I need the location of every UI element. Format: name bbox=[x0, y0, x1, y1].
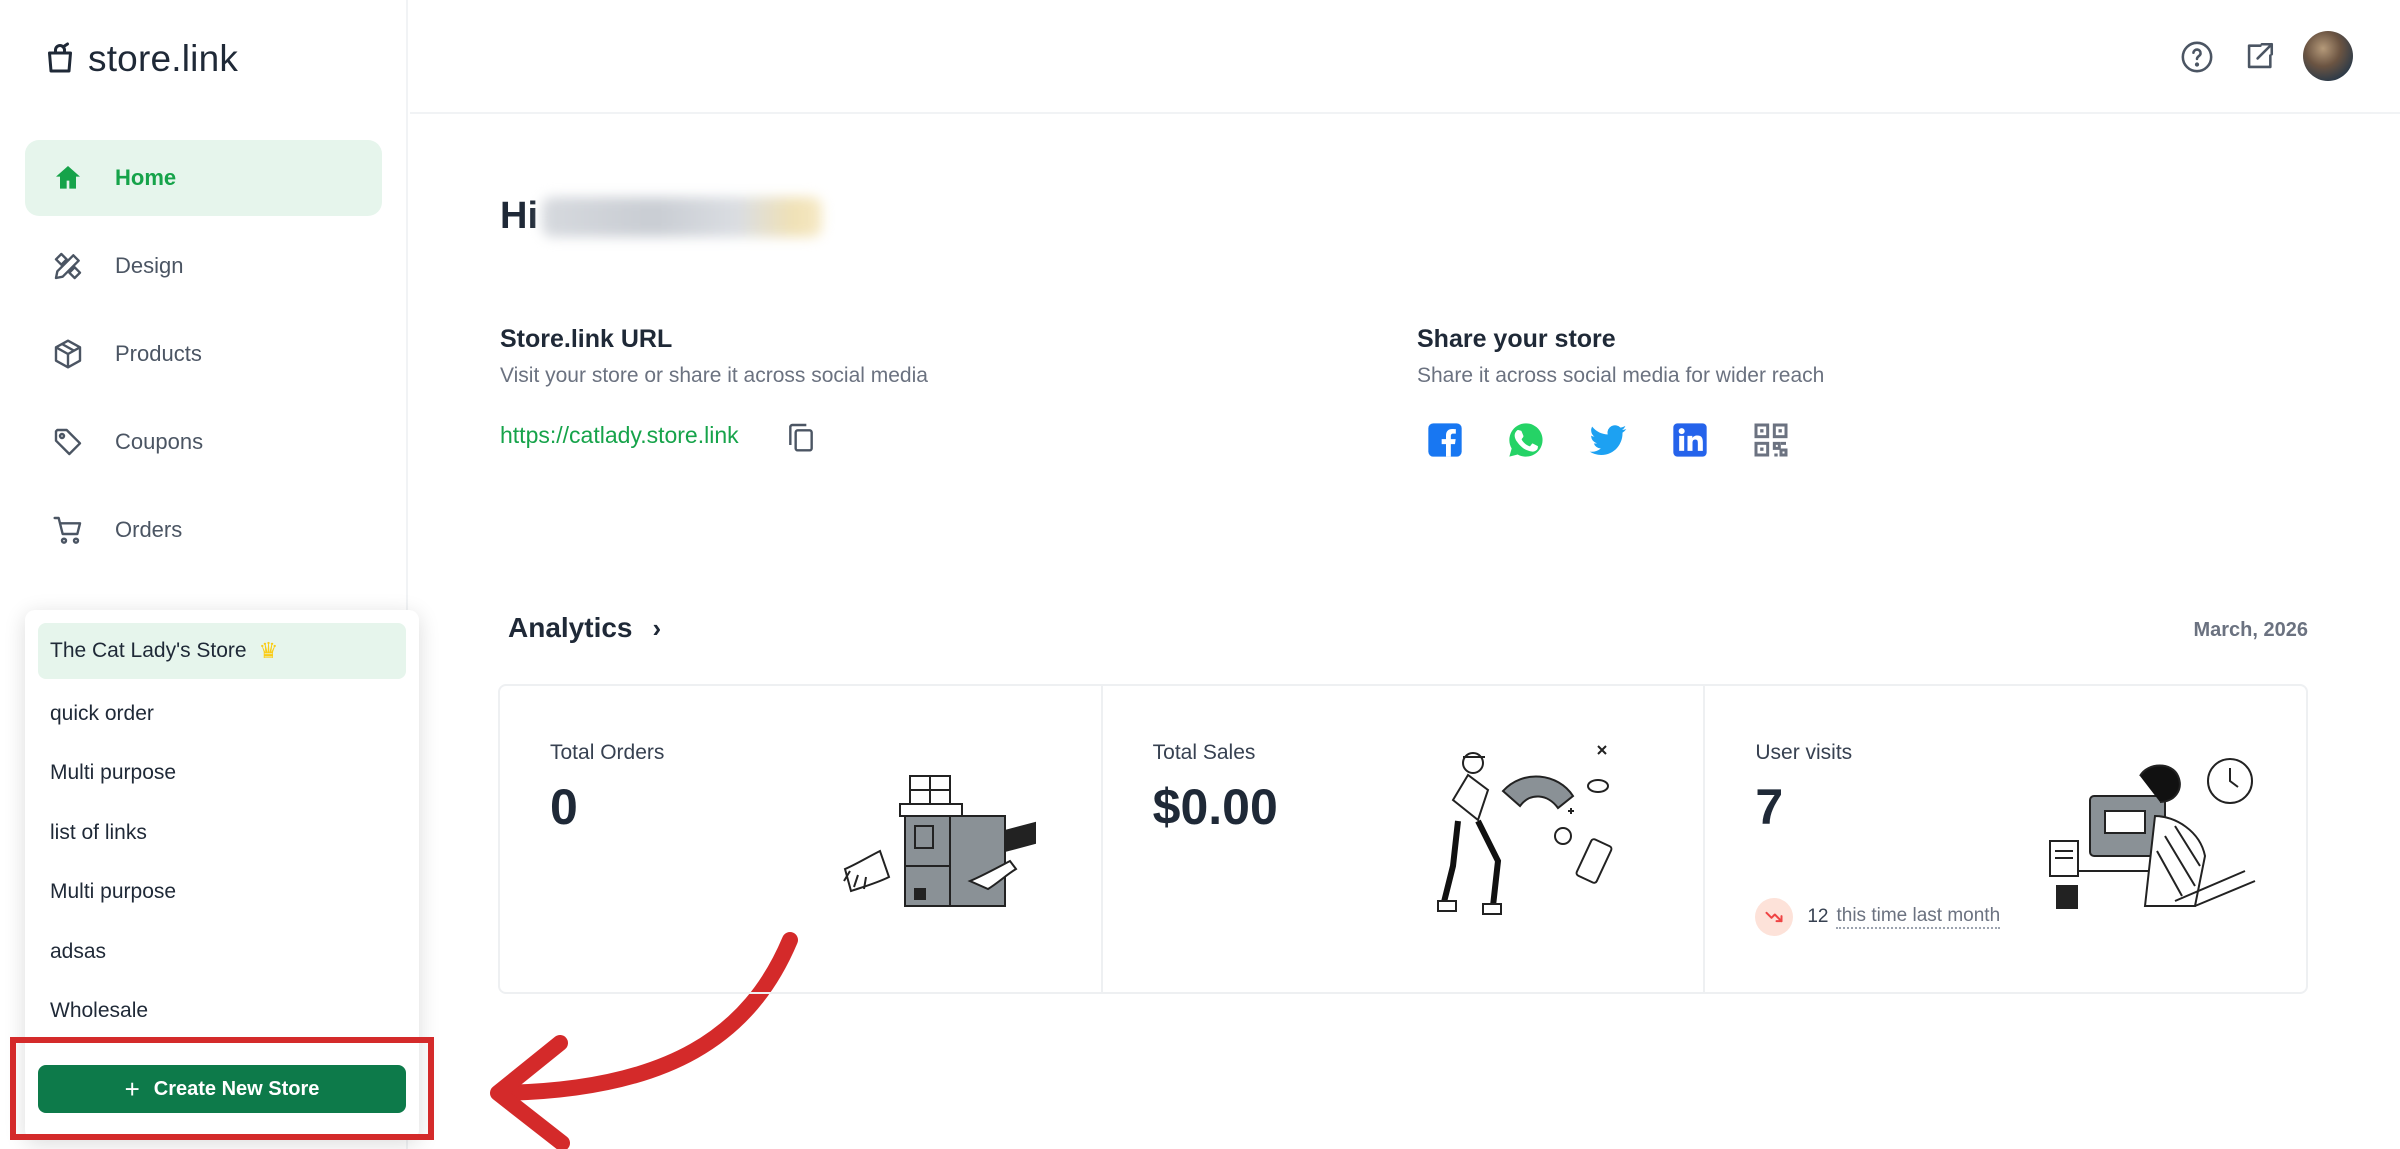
analytics-period: March, 2026 bbox=[2193, 619, 2308, 641]
nav-label: Home bbox=[115, 165, 177, 190]
share-subtitle: Share it across social media for wider r… bbox=[1417, 364, 1825, 387]
box-icon bbox=[51, 337, 85, 371]
whatsapp-icon[interactable] bbox=[1506, 420, 1546, 460]
top-bar bbox=[410, 0, 2400, 114]
design-tools-icon bbox=[51, 249, 85, 283]
main-nav: Home Design Products Coupons Orders bbox=[25, 140, 382, 580]
laptop-worker-illustration-icon bbox=[2049, 758, 2256, 909]
store-option[interactable]: quick order bbox=[38, 686, 406, 742]
nav-item-home[interactable]: Home bbox=[25, 140, 382, 216]
store-option[interactable]: Multi purpose bbox=[38, 864, 406, 920]
nav-item-products[interactable]: Products bbox=[25, 316, 382, 392]
store-option[interactable]: adsas bbox=[38, 924, 406, 980]
card-label: Total Sales bbox=[1152, 741, 1256, 764]
nav-label: Coupons bbox=[115, 429, 204, 454]
store-url-link[interactable]: https://catlady.store.link bbox=[500, 422, 739, 449]
store-switcher-menu: The Cat Lady's Store ♛ quick order Multi… bbox=[25, 610, 419, 1140]
store-option[interactable]: Multi purpose bbox=[38, 745, 406, 801]
trend-value: 12 bbox=[1807, 906, 1829, 927]
copy-icon[interactable] bbox=[785, 420, 817, 454]
help-icon[interactable] bbox=[2180, 40, 2214, 74]
qr-code-icon[interactable] bbox=[1751, 420, 1791, 460]
card-label: User visits bbox=[1755, 741, 1853, 764]
blurred-user-name bbox=[542, 196, 822, 237]
nav-label: Products bbox=[115, 341, 202, 366]
store-name: list of links bbox=[50, 821, 147, 844]
nav-item-design[interactable]: Design bbox=[25, 228, 382, 304]
nav-label: Design bbox=[115, 253, 184, 278]
store-option[interactable]: The Cat Lady's Store ♛ bbox=[38, 623, 406, 679]
store-option[interactable]: Wholesale bbox=[38, 983, 406, 1039]
store-name: quick order bbox=[50, 702, 154, 725]
analytics-link[interactable]: Analytics › bbox=[508, 612, 661, 644]
plus-icon: + bbox=[124, 1073, 140, 1104]
store-url-subtitle: Visit your store or share it across soci… bbox=[500, 364, 928, 387]
shopping-bag-icon bbox=[48, 42, 72, 73]
trending-down-icon bbox=[1755, 898, 1794, 936]
user-visits-card: User visits 7 12 this time last month bbox=[1705, 686, 2306, 992]
tag-icon bbox=[51, 425, 85, 459]
linkedin-icon[interactable] bbox=[1670, 420, 1710, 460]
nav-label: Orders bbox=[115, 517, 183, 542]
share-title: Share your store bbox=[1417, 325, 1616, 353]
create-new-store-button[interactable]: + Create New Store bbox=[38, 1065, 406, 1113]
store-name: The Cat Lady's Store bbox=[50, 639, 247, 662]
card-value: 0 bbox=[550, 779, 578, 835]
nav-item-orders[interactable]: Orders bbox=[25, 492, 382, 568]
cart-icon bbox=[51, 513, 85, 547]
store-name: Wholesale bbox=[50, 999, 149, 1022]
store-name: Multi purpose bbox=[50, 761, 177, 784]
total-orders-card: Total Orders 0 bbox=[500, 686, 1103, 992]
store-option[interactable]: list of links bbox=[38, 805, 406, 861]
home-icon bbox=[51, 161, 85, 195]
store-name: adsas bbox=[50, 940, 107, 963]
crown-icon: ♛ bbox=[258, 638, 279, 663]
card-value: $0.00 bbox=[1152, 779, 1278, 835]
visits-trend: 12 this time last month bbox=[1755, 898, 2001, 936]
magnet-man-illustration-icon bbox=[1436, 745, 1613, 915]
total-sales-card: Total Sales $0.00 bbox=[1103, 686, 1706, 992]
analytics-title: Analytics bbox=[508, 612, 633, 643]
facebook-icon[interactable] bbox=[1425, 420, 1465, 460]
brand-name: store.link bbox=[88, 38, 239, 79]
nav-item-coupons[interactable]: Coupons bbox=[25, 404, 382, 480]
card-value: 7 bbox=[1755, 779, 1784, 835]
trend-text: this time last month bbox=[1836, 905, 2001, 929]
greeting-prefix: Hi bbox=[500, 195, 538, 237]
twitter-icon[interactable] bbox=[1588, 420, 1628, 460]
card-label: Total Orders bbox=[550, 741, 665, 764]
chevron-right-icon: › bbox=[652, 612, 662, 643]
avatar[interactable] bbox=[2303, 31, 2353, 81]
store-url-title: Store.link URL bbox=[500, 325, 673, 353]
packages-illustration-icon bbox=[843, 775, 1036, 907]
analytics-cards: Total Orders 0 Total Sales $0.00 User vi… bbox=[498, 684, 2308, 994]
external-link-icon[interactable] bbox=[2242, 40, 2276, 74]
logo[interactable]: store.link bbox=[42, 38, 238, 80]
greeting: Hi bbox=[500, 195, 822, 238]
store-name: Multi purpose bbox=[50, 880, 177, 903]
create-store-label: Create New Store bbox=[153, 1077, 320, 1100]
app-root: store.link Home Design Products Coupons … bbox=[0, 0, 2400, 1149]
